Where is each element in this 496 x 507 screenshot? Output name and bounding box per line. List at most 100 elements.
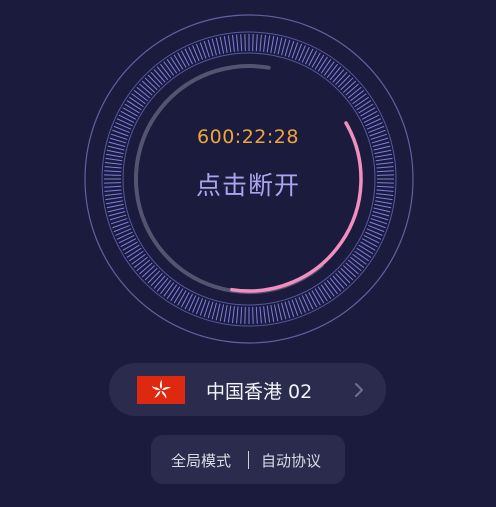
dial-tick: [373, 207, 391, 213]
dial-tick: [371, 214, 389, 221]
dial-tick: [227, 35, 232, 53]
auto-protocol-button[interactable]: 自动协议: [261, 450, 321, 471]
dial-tick: [236, 306, 239, 324]
dial-tick: [150, 272, 163, 287]
dial-tick: [259, 34, 262, 52]
dial-tick: [211, 38, 217, 56]
global-mode-button[interactable]: 全局模式: [171, 450, 231, 471]
dial-tick: [122, 107, 138, 117]
dial-tick: [259, 306, 262, 324]
dial-tick: [255, 306, 258, 324]
dial-tick: [314, 288, 325, 304]
dial-tick: [371, 137, 389, 144]
dial-tick: [273, 36, 279, 54]
dial-tick: [273, 304, 279, 322]
dial-tick: [375, 153, 392, 158]
dial-tick: [332, 69, 345, 83]
dial-tick: [335, 71, 348, 86]
dial-tick: [266, 305, 271, 323]
dial-tick: [320, 59, 332, 74]
dial-tick: [326, 63, 338, 78]
dial-tick: [326, 280, 338, 295]
dial-tick: [177, 290, 187, 306]
dial-tick: [107, 207, 125, 213]
dial-tick: [311, 52, 321, 68]
dial-tick: [277, 37, 283, 55]
dial-tick: [106, 149, 124, 155]
dial-tick: [320, 284, 332, 299]
dial-tick: [147, 270, 161, 284]
dial-tick: [337, 74, 351, 88]
progress-arc: [230, 121, 363, 293]
dial-tick: [308, 291, 318, 308]
dial-tick: [345, 262, 359, 275]
dial-tick: [376, 170, 394, 173]
dial-tick: [277, 303, 283, 321]
dial-tick: [104, 185, 122, 188]
dial-tick: [104, 170, 122, 173]
dial-tick: [122, 241, 138, 251]
dial-tick: [363, 235, 380, 244]
mode-divider: [248, 451, 249, 469]
dial-tick: [281, 38, 287, 56]
dial-tick: [358, 103, 374, 114]
dial-tick: [215, 303, 221, 321]
dial-tick: [126, 100, 142, 111]
server-selector[interactable]: 中国香港 02: [109, 363, 386, 416]
dial-tick: [342, 80, 357, 93]
dial-tick: [129, 250, 144, 262]
dial-tick: [207, 39, 214, 57]
dial-tick: [173, 54, 184, 70]
dial-tick: [375, 196, 393, 201]
dial-tick: [124, 103, 140, 114]
dial-tick: [104, 161, 122, 165]
chevron-right-icon: [355, 383, 363, 397]
dial-tick: [153, 69, 166, 83]
dial-tick: [323, 61, 335, 76]
dial-tick: [118, 235, 135, 244]
dial-tick: [223, 305, 228, 322]
dial-tick: [160, 280, 172, 295]
dial-tick: [332, 275, 345, 289]
dial-tick: [236, 34, 239, 52]
dial-tick: [106, 200, 123, 205]
dial-tick: [350, 90, 365, 102]
dial-tick: [136, 259, 151, 272]
dial-tick: [281, 302, 287, 320]
dial-tick: [120, 238, 137, 248]
dial-tick: [106, 203, 124, 209]
dial-tick: [373, 145, 391, 151]
dial-tick: [376, 185, 394, 188]
dial-tick: [166, 284, 178, 299]
dial-tick: [156, 277, 169, 292]
dial-tick: [329, 277, 342, 292]
dial-tick: [376, 193, 394, 197]
dial-tick: [266, 35, 271, 53]
dial-tick: [317, 286, 328, 302]
dial-tick: [361, 110, 378, 120]
dial-tick: [109, 214, 127, 221]
dial-tick: [144, 267, 158, 281]
dial-tick: [163, 61, 175, 76]
dial-tick: [219, 36, 225, 54]
dial-tick: [108, 141, 126, 147]
dial-tick: [170, 286, 181, 302]
dial-tick: [215, 37, 221, 55]
dial-tick: [376, 189, 394, 192]
dial-tick: [352, 93, 367, 105]
dial-tick: [352, 253, 367, 265]
connection-timer: 600:22:28: [197, 126, 299, 148]
connection-dial: 600:22:28 点击断开: [0, 0, 496, 350]
dial-tick: [284, 39, 291, 57]
dial-tick: [133, 90, 148, 102]
disconnect-button[interactable]: 点击断开: [148, 166, 348, 202]
mode-panel: 全局模式 自动协议: [151, 435, 345, 484]
dial-tick: [376, 161, 394, 165]
dial-tick: [173, 288, 184, 304]
dial-tick: [345, 83, 359, 96]
dial-tick: [231, 306, 235, 324]
dial-tick: [131, 93, 146, 105]
dial-tick: [372, 211, 390, 217]
dial-tick: [136, 86, 151, 99]
dial-tick: [270, 36, 275, 53]
